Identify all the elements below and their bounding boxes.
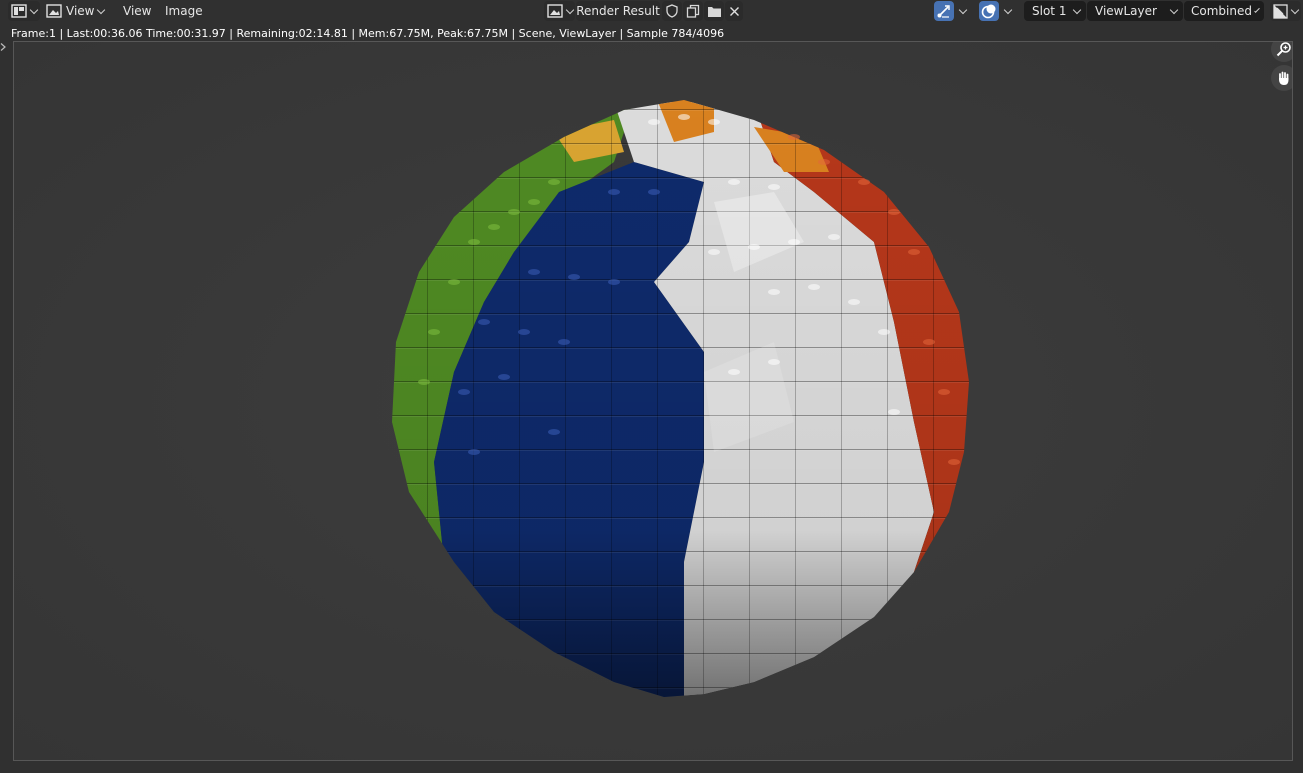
image-browse-icon xyxy=(546,4,563,18)
gizmo-options-dropdown[interactable] xyxy=(955,1,971,21)
zoom-icon xyxy=(1276,42,1292,57)
overlay-toggle[interactable] xyxy=(979,1,999,21)
view-mode-dropdown[interactable]: View xyxy=(46,1,112,21)
view-layer-selector[interactable]: ViewLayer xyxy=(1087,1,1183,21)
slot-selector[interactable]: Slot 1 xyxy=(1024,1,1086,21)
lego-globe-render xyxy=(14,42,1292,760)
chevron-down-icon xyxy=(29,5,39,14)
editor-type-button[interactable] xyxy=(8,1,40,21)
hand-pan-icon xyxy=(1276,70,1292,86)
sidebar-expand-arrow[interactable] xyxy=(0,40,6,51)
duplicate-icon xyxy=(686,4,700,18)
new-image-button[interactable] xyxy=(683,1,703,21)
chevron-down-icon xyxy=(1003,5,1013,14)
image-editor-header: View View Image Render Result Slot 1 Vie… xyxy=(0,0,1303,22)
view-menu-label: View xyxy=(123,4,152,18)
render-info-text: Frame:1 | Last:00:36.06 Time:00:31.97 | … xyxy=(11,27,725,40)
chevron-down-icon xyxy=(1254,6,1260,13)
open-image-button[interactable] xyxy=(704,1,724,21)
chevron-down-icon xyxy=(97,5,106,14)
image-menu[interactable]: Image xyxy=(161,1,207,21)
view-layer-label: ViewLayer xyxy=(1095,4,1157,18)
color-alpha-icon xyxy=(1273,3,1288,19)
render-pass-selector[interactable]: Combined xyxy=(1184,1,1264,21)
browse-image-button[interactable] xyxy=(544,1,575,21)
folder-icon xyxy=(707,5,722,18)
fake-user-button[interactable] xyxy=(662,1,682,21)
close-icon xyxy=(729,6,740,17)
chevron-down-icon xyxy=(1290,5,1300,14)
gizmo-icon xyxy=(936,3,952,19)
pan-button[interactable] xyxy=(1271,65,1292,91)
overlay-icon xyxy=(981,3,997,19)
chevron-down-icon xyxy=(958,5,968,14)
image-name-field[interactable]: Render Result xyxy=(576,1,660,21)
image-editor-icon xyxy=(11,4,27,18)
render-viewport[interactable] xyxy=(13,41,1293,761)
chevron-down-icon xyxy=(1072,5,1082,14)
gizmo-toggle[interactable] xyxy=(934,1,954,21)
slot-label: Slot 1 xyxy=(1032,4,1067,18)
view-menu[interactable]: View xyxy=(119,1,155,21)
image-menu-label: Image xyxy=(165,4,203,18)
render-pass-label: Combined xyxy=(1191,4,1252,18)
overlay-options-dropdown[interactable] xyxy=(1000,1,1016,21)
view-mode-label: View xyxy=(66,4,95,18)
shield-icon xyxy=(665,4,679,18)
unlink-image-button[interactable] xyxy=(725,1,743,21)
image-icon xyxy=(46,4,62,18)
chevron-down-icon xyxy=(1169,5,1179,14)
display-channels-dropdown[interactable] xyxy=(1270,1,1301,21)
image-name-label: Render Result xyxy=(576,4,660,18)
chevron-down-icon xyxy=(565,5,574,14)
